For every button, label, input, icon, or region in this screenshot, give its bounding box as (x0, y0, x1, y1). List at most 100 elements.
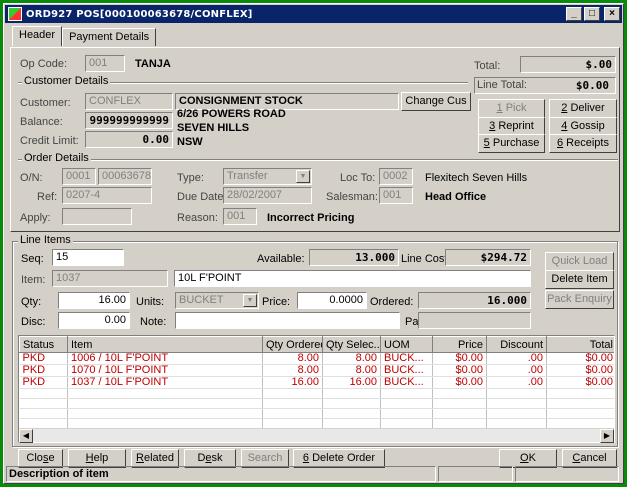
line-items-grid[interactable]: Status Item Qty Ordered Qty Selec... UOM… (18, 335, 615, 443)
cell-qty-ordered: 16.00 (262, 376, 323, 389)
status-pane-3 (515, 466, 619, 482)
item-description-input[interactable]: 10L F'POINT (174, 270, 531, 287)
cell-uom: BUCK... (380, 364, 433, 377)
item-label: Item: (21, 274, 46, 286)
item-field[interactable]: 1037 (52, 270, 168, 287)
cell-price: $0.00 (432, 376, 487, 389)
note-label: Note: (140, 316, 167, 328)
scroll-left-icon[interactable]: ◀ (19, 429, 33, 443)
pack-enquiry-button[interactable]: Pack Enquiry (545, 290, 614, 309)
maximize-button[interactable]: □ (584, 7, 600, 21)
column-header-qty-ordered[interactable]: Qty Ordered (262, 336, 323, 353)
cell-uom: BUCK... (380, 376, 433, 389)
order-number-field[interactable]: 00063678 (98, 168, 152, 185)
column-header-uom[interactable]: UOM (380, 336, 433, 353)
line-cost-label: Line Cost: (401, 253, 451, 265)
cell-qty-ordered: 8.00 (262, 364, 323, 377)
salesman-field[interactable]: 001 (379, 187, 413, 204)
cell-qty-selected: 8.00 (322, 364, 381, 377)
cell-qty-ordered: 8.00 (262, 352, 323, 365)
status-pane-2 (438, 466, 513, 482)
reason-name: Incorrect Pricing (267, 212, 355, 224)
ordered-label: Ordered: (370, 296, 414, 308)
quick-load-button[interactable]: Quick Load (545, 252, 614, 271)
cell-discount: .00 (486, 352, 547, 365)
line-total-label: Line Total: (477, 79, 527, 91)
units-select[interactable]: BUCKET ▼ (175, 292, 259, 309)
line-items-heading: Line Items (18, 234, 73, 246)
available-label: Available: (257, 253, 305, 265)
table-row (19, 398, 614, 409)
table-row (19, 418, 614, 429)
cell-discount: .00 (486, 376, 547, 389)
loc-to-field[interactable]: 0002 (379, 168, 413, 185)
op-code-label: Op Code: (20, 58, 68, 70)
table-row[interactable]: PKD 1037 / 10L F'POINT 16.00 16.00 BUCK.… (19, 376, 614, 389)
cell-discount: .00 (486, 364, 547, 377)
qty-input[interactable]: 16.00 (58, 292, 130, 309)
column-header-total[interactable]: Total (546, 336, 614, 353)
cell-status: PKD (19, 352, 68, 365)
address-line-1: 6/26 POWERS ROAD (177, 108, 286, 120)
main-window: ORD927 POS[000100063678/CONFLEX] _ □ × H… (3, 3, 624, 484)
pack-field[interactable] (418, 312, 531, 329)
close-window-button[interactable]: × (604, 7, 620, 21)
column-header-price[interactable]: Price (432, 336, 487, 353)
table-row (19, 408, 614, 419)
address-line-3: NSW (177, 136, 203, 148)
customer-details-heading: Customer Details (22, 75, 111, 87)
op-code-field[interactable]: 001 (85, 55, 125, 72)
delete-item-button[interactable]: Delete Item (545, 270, 614, 289)
cell-qty-selected: 16.00 (322, 376, 381, 389)
type-select[interactable]: Transfer ▼ (223, 168, 312, 185)
minimize-button[interactable]: _ (566, 7, 582, 21)
apply-field[interactable] (62, 208, 132, 225)
order-number-prefix[interactable]: 0001 (62, 168, 96, 185)
balance-label: Balance: (20, 116, 63, 128)
pick-button[interactable]: 1 Pick (478, 99, 545, 118)
column-header-discount[interactable]: Discount (486, 336, 547, 353)
cell-status: PKD (19, 376, 68, 389)
customer-field[interactable]: CONFLEX (85, 93, 173, 110)
status-text: Description of item (6, 466, 436, 482)
qty-label: Qty: (21, 296, 42, 308)
column-header-item[interactable]: Item (67, 336, 263, 353)
cell-item: 1037 / 10L F'POINT (67, 376, 263, 389)
seq-input[interactable]: 15 (52, 249, 124, 266)
loc-to-label: Loc To: (340, 172, 376, 184)
credit-limit-value: 0.00 (85, 131, 173, 148)
horizontal-scrollbar[interactable]: ◀ ▶ (19, 428, 614, 443)
available-value: 13.000 (309, 249, 399, 266)
cell-total: $0.00 (546, 376, 614, 389)
cell-price: $0.00 (432, 352, 487, 365)
ref-field[interactable]: 0207-4 (62, 187, 152, 204)
seq-label: Seq: (21, 253, 44, 265)
column-header-status[interactable]: Status (19, 336, 68, 353)
scroll-right-icon[interactable]: ▶ (600, 429, 614, 443)
purchase-button[interactable]: 5 Purchase (478, 134, 545, 153)
column-header-qty-selected[interactable]: Qty Selec... (322, 336, 381, 353)
ordered-value: 16.000 (418, 292, 531, 309)
receipts-button[interactable]: 6 Receipts (549, 134, 617, 153)
cell-item: 1006 / 10L F'POINT (67, 352, 263, 365)
tab-payment-details[interactable]: Payment Details (62, 28, 157, 46)
change-customer-button[interactable]: Change Cus (401, 92, 471, 111)
chevron-down-icon[interactable]: ▼ (243, 294, 257, 307)
cell-total: $0.00 (546, 352, 614, 365)
price-input[interactable]: 0.0000 (297, 292, 367, 309)
ref-label: Ref: (37, 191, 58, 203)
disc-input[interactable]: 0.00 (58, 312, 130, 329)
table-row[interactable]: PKD 1006 / 10L F'POINT 8.00 8.00 BUCK...… (19, 352, 614, 365)
disc-label: Disc: (21, 316, 46, 328)
deliver-button[interactable]: 2 Deliver (549, 99, 617, 118)
note-input[interactable] (175, 312, 400, 329)
tab-header[interactable]: Header (12, 26, 63, 46)
chevron-down-icon[interactable]: ▼ (296, 170, 310, 183)
reason-field[interactable]: 001 (223, 208, 257, 225)
table-row[interactable]: PKD 1070 / 10L F'POINT 8.00 8.00 BUCK...… (19, 364, 614, 377)
cell-uom: BUCK... (380, 352, 433, 365)
due-date-field[interactable]: 28/02/2007 (223, 187, 312, 204)
line-cost-value: $294.72 (445, 249, 531, 266)
salesman-name: Head Office (425, 191, 487, 203)
order-details-heading: Order Details (22, 152, 91, 164)
